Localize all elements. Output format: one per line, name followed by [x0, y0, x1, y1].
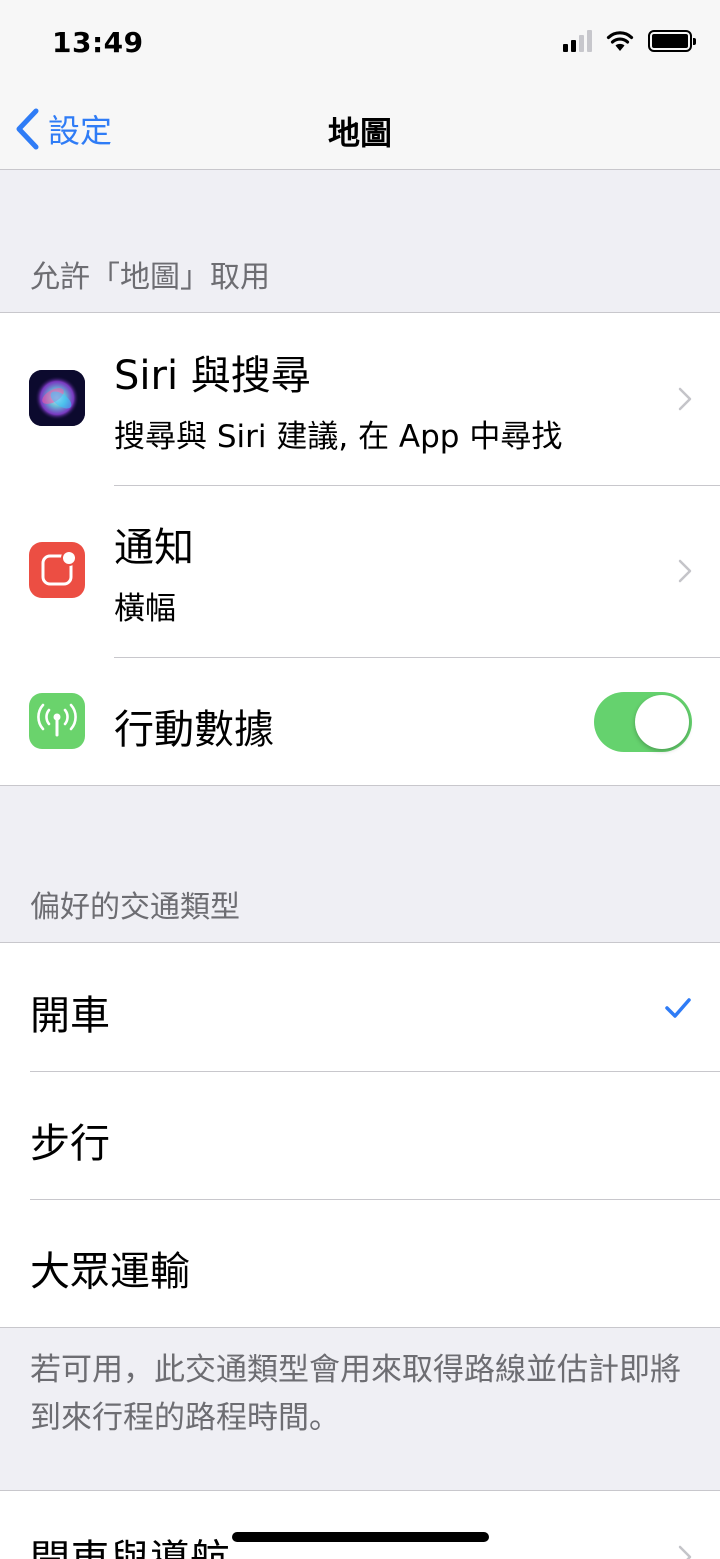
settings-row-notifications[interactable]: 通知 橫幅 — [0, 485, 720, 658]
toggle-knob — [635, 695, 689, 749]
settings-row-siri-search[interactable]: Siri 與搜尋 搜尋與 Siri 建議, 在 App 中尋找 — [0, 313, 720, 486]
navigation-group: 開車與導航 — [0, 1490, 720, 1559]
home-indicator[interactable] — [232, 1532, 489, 1542]
cellular-data-toggle[interactable] — [594, 692, 692, 752]
battery-icon — [648, 30, 696, 52]
row-title: 通知 — [114, 525, 194, 571]
chevron-right-icon — [678, 559, 692, 583]
row-title: 行動數據 — [114, 707, 274, 753]
chevron-right-icon — [678, 387, 692, 411]
navigation-bar: 設定 地圖 — [0, 88, 720, 170]
transport-option-driving[interactable]: 開車 — [0, 943, 720, 1072]
row-subtitle: 橫幅 — [114, 591, 176, 627]
settings-row-cellular-data: 行動數據 — [0, 657, 720, 787]
row-title: 開車與導航 — [30, 1527, 230, 1559]
status-icons — [563, 30, 696, 52]
option-label: 步行 — [30, 1121, 110, 1167]
status-bar: 13:49 — [0, 0, 720, 88]
transport-option-transit[interactable]: 大眾運輸 — [0, 1199, 720, 1327]
page-title: 地圖 — [327, 114, 392, 152]
settings-row-driving-navigation[interactable]: 開車與導航 — [0, 1491, 720, 1559]
cellular-data-icon — [29, 693, 85, 749]
section-header-access: 允許「地圖」取用 — [30, 260, 270, 295]
transport-footer-note: 若可用，此交通類型會用來取得路線並估計即將到來行程的路程時間。 — [30, 1352, 681, 1436]
cellular-signal-icon — [563, 30, 592, 52]
wifi-icon — [606, 31, 634, 51]
transport-group: 開車 步行 大眾運輸 — [0, 942, 720, 1328]
option-label: 大眾運輸 — [30, 1249, 190, 1295]
chevron-right-icon — [678, 1545, 692, 1559]
checkmark-icon — [665, 998, 691, 1018]
row-title: Siri 與搜尋 — [114, 353, 311, 399]
siri-icon — [29, 370, 85, 426]
option-label: 開車 — [30, 993, 110, 1039]
notifications-icon — [29, 542, 85, 598]
status-time: 13:49 — [52, 26, 144, 59]
access-group: Siri 與搜尋 搜尋與 Siri 建議, 在 App 中尋找 通知 橫幅 行動… — [0, 312, 720, 786]
transport-option-walking[interactable]: 步行 — [0, 1071, 720, 1200]
row-subtitle: 搜尋與 Siri 建議, 在 App 中尋找 — [114, 419, 563, 455]
section-header-transport: 偏好的交通類型 — [30, 890, 240, 925]
